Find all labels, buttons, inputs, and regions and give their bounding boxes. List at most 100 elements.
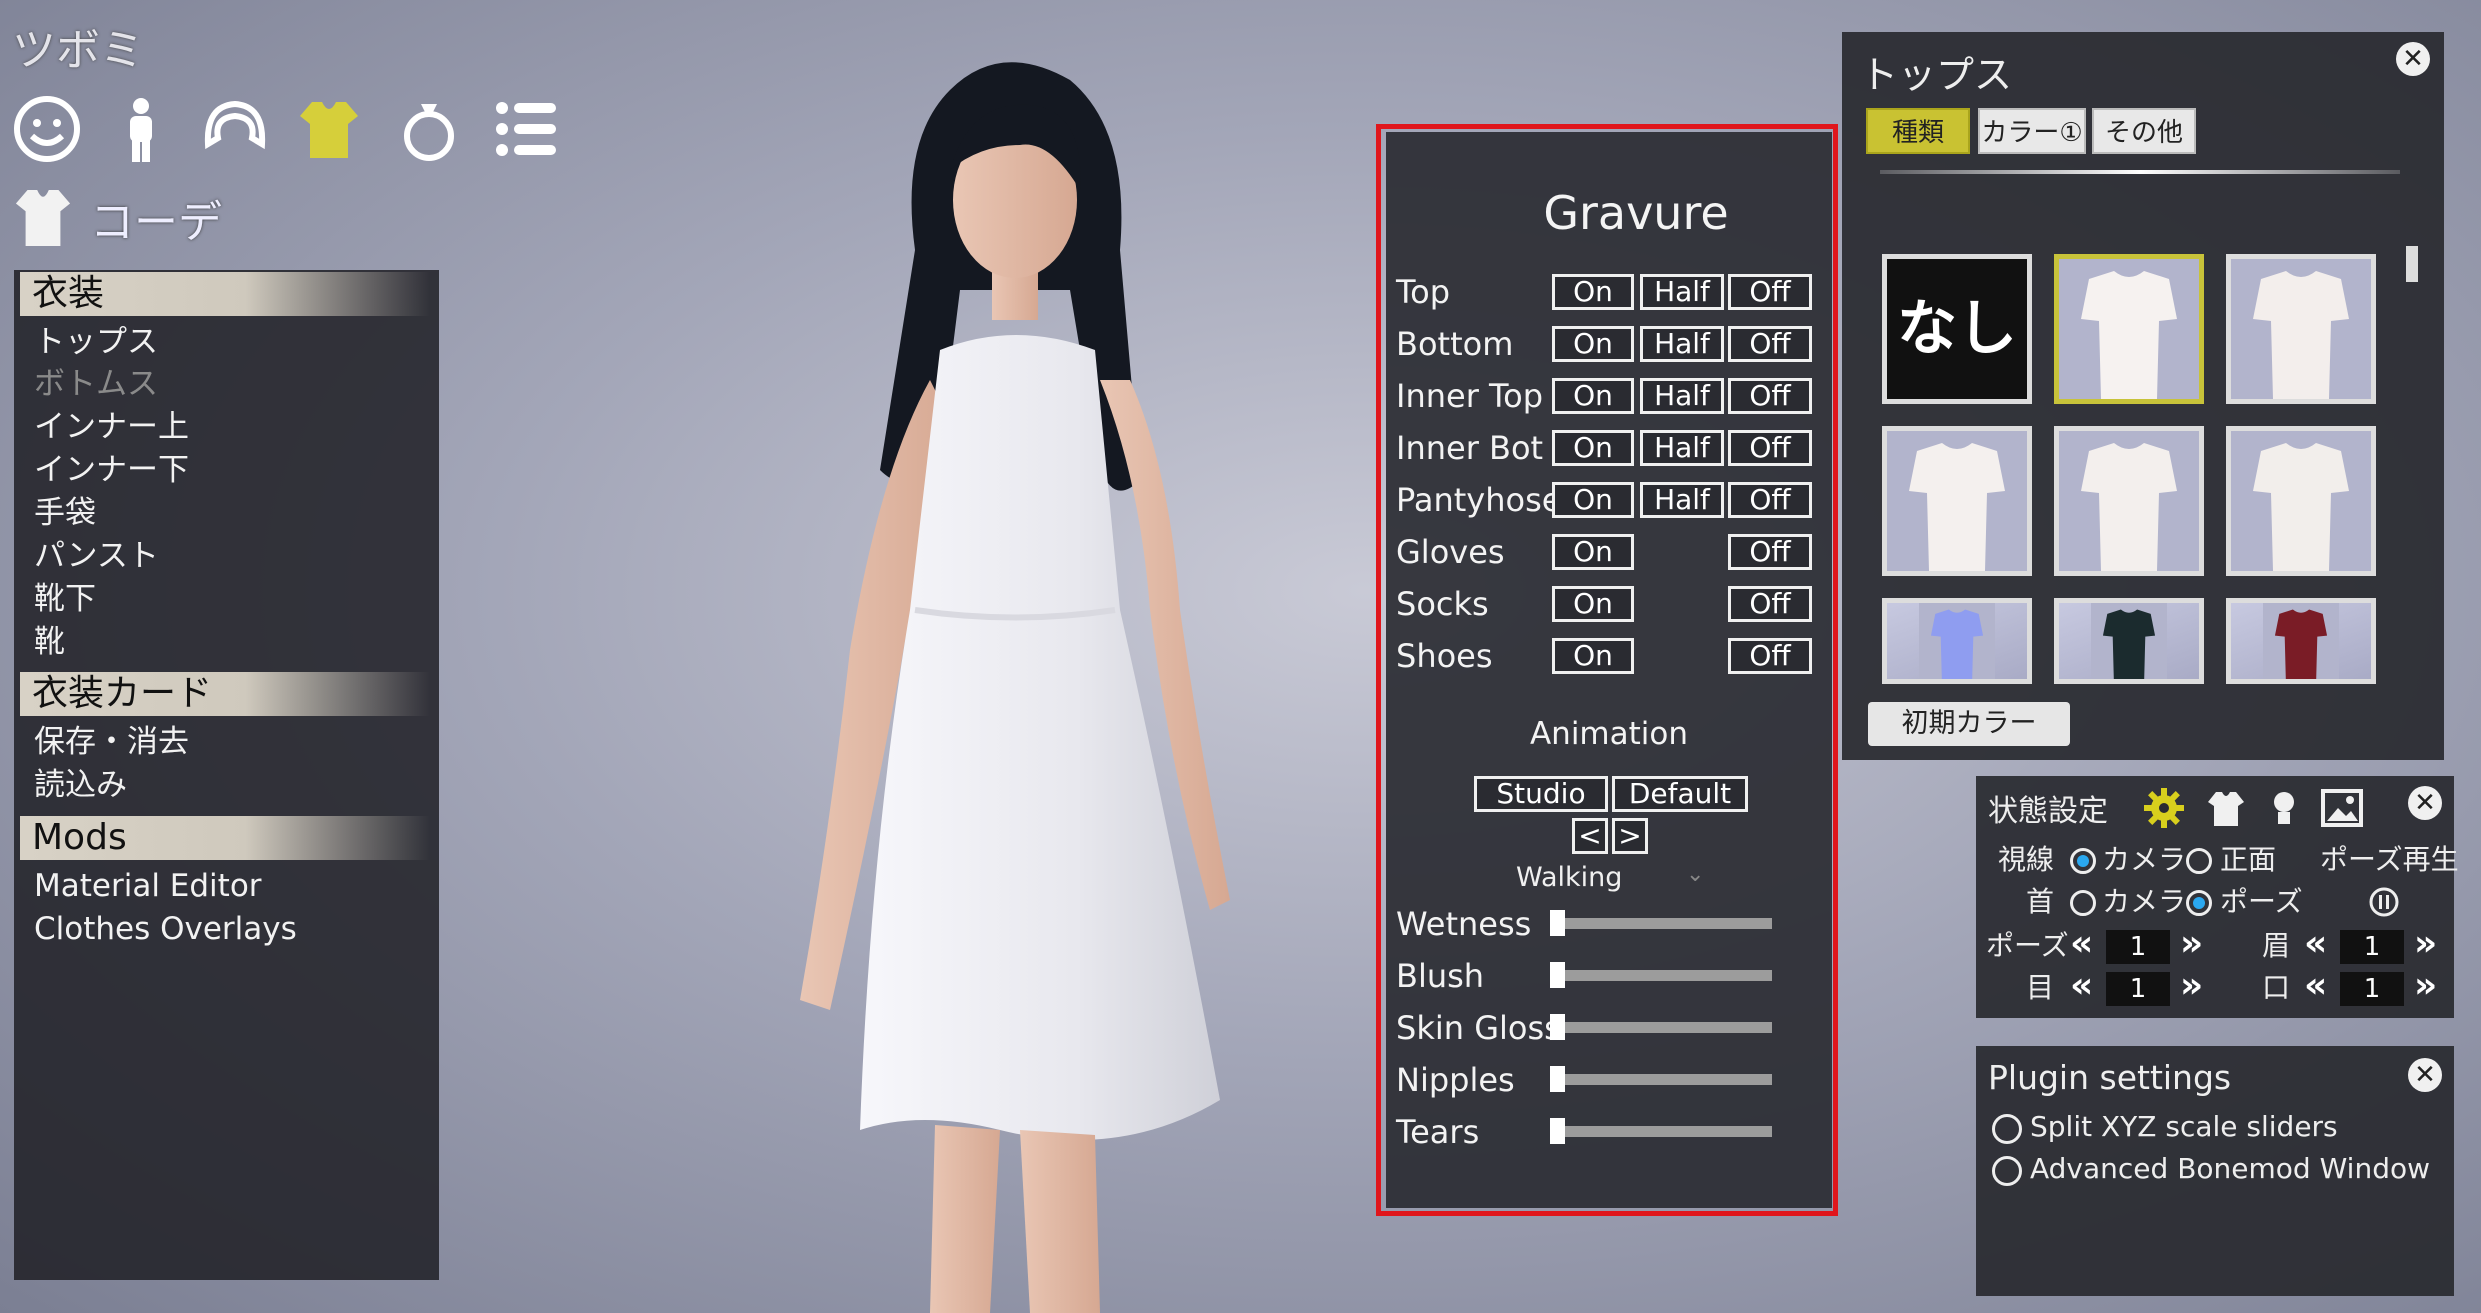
thumb-top-3[interactable]: [1882, 426, 2032, 576]
inner-top-on-button[interactable]: On: [1552, 378, 1634, 414]
skin-gloss-slider-track[interactable]: [1556, 1022, 1772, 1033]
menu-item-material-editor[interactable]: Material Editor: [34, 866, 262, 906]
eye-number[interactable]: 1: [2106, 972, 2170, 1006]
face-icon[interactable]: [10, 92, 84, 166]
wetness-slider-handle[interactable]: [1550, 910, 1565, 936]
nipples-slider-track[interactable]: [1556, 1074, 1772, 1085]
tops-close-icon[interactable]: ✕: [2396, 42, 2430, 76]
mouth-prev-icon[interactable]: «: [2304, 968, 2327, 1004]
nipples-slider-handle[interactable]: [1550, 1066, 1565, 1092]
pose-prev-icon[interactable]: «: [2070, 926, 2093, 962]
initial-color-button[interactable]: 初期カラー: [1868, 702, 2070, 746]
pose-row-label: ポーズ: [1986, 929, 2069, 962]
top-off-button[interactable]: Off: [1728, 274, 1812, 310]
bottom-off-button[interactable]: Off: [1728, 326, 1812, 362]
blush-slider-handle[interactable]: [1550, 962, 1565, 988]
top-on-button[interactable]: On: [1552, 274, 1634, 310]
menu-item-bottoms[interactable]: ボトムス: [34, 364, 158, 404]
image-icon[interactable]: [2320, 788, 2364, 828]
thumb-top-7[interactable]: [2054, 598, 2204, 684]
pantyhose-off-button[interactable]: Off: [1728, 482, 1812, 518]
clothes-icon[interactable]: [292, 92, 366, 166]
menu-item-socks[interactable]: 靴下: [34, 579, 96, 619]
menu-item-load[interactable]: 読込み: [34, 765, 127, 805]
gaze-camera-radio[interactable]: [2070, 848, 2096, 874]
menu-item-shoes[interactable]: 靴: [34, 622, 65, 662]
tab-type[interactable]: 種類: [1866, 108, 1970, 154]
skin-gloss-slider-handle[interactable]: [1550, 1014, 1565, 1040]
menu-item-clothes-overlays[interactable]: Clothes Overlays: [34, 909, 297, 949]
garment-preview: [1919, 603, 1995, 679]
gloves-on-button[interactable]: On: [1552, 534, 1634, 570]
inner-bot-on-button[interactable]: On: [1552, 430, 1634, 466]
menu-item-inner-bottom[interactable]: インナー下: [34, 450, 189, 490]
menu-item-tops[interactable]: トップス: [34, 322, 158, 362]
light-bulb-icon[interactable]: [2266, 788, 2302, 828]
mouth-next-icon[interactable]: »: [2414, 968, 2437, 1004]
accessory-icon[interactable]: [392, 92, 466, 166]
shoes-on-button[interactable]: On: [1552, 638, 1634, 674]
socks-on-button[interactable]: On: [1552, 586, 1634, 622]
advanced-bonemod-radio[interactable]: [1992, 1156, 2022, 1186]
tab-color-1[interactable]: カラー①: [1978, 108, 2086, 154]
menu-item-gloves[interactable]: 手袋: [34, 493, 96, 533]
blush-slider-track[interactable]: [1556, 970, 1772, 981]
socks-off-button[interactable]: Off: [1728, 586, 1812, 622]
tab-other[interactable]: その他: [2092, 108, 2196, 154]
eyebrow-next-icon[interactable]: »: [2414, 926, 2437, 962]
inner-bot-off-button[interactable]: Off: [1728, 430, 1812, 466]
animation-next-button[interactable]: >: [1612, 818, 1648, 854]
bottom-on-button[interactable]: On: [1552, 326, 1634, 362]
wetness-slider-track[interactable]: [1556, 918, 1772, 929]
split-xyz-radio[interactable]: [1992, 1114, 2022, 1144]
thumb-top-1[interactable]: [2054, 254, 2204, 404]
gloves-off-button[interactable]: Off: [1728, 534, 1812, 570]
menu-item-inner-top[interactable]: インナー上: [34, 407, 189, 447]
inner-bot-half-button[interactable]: Half: [1640, 430, 1724, 466]
eye-prev-icon[interactable]: «: [2070, 968, 2093, 1004]
hair-icon[interactable]: [198, 92, 272, 166]
pose-next-icon[interactable]: »: [2180, 926, 2203, 962]
tops-scrollbar[interactable]: [2406, 246, 2418, 282]
animation-prev-button[interactable]: <: [1572, 818, 1608, 854]
gaze-front-radio[interactable]: [2186, 848, 2212, 874]
eye-next-icon[interactable]: »: [2180, 968, 2203, 1004]
inner-top-half-button[interactable]: Half: [1640, 378, 1724, 414]
neck-pose-radio[interactable]: [2186, 890, 2212, 916]
plugin-close-icon[interactable]: ✕: [2408, 1058, 2442, 1092]
inner-top-off-button[interactable]: Off: [1728, 378, 1812, 414]
pantyhose-half-button[interactable]: Half: [1640, 482, 1724, 518]
neck-camera-radio[interactable]: [2070, 890, 2096, 916]
gear-icon[interactable]: [2142, 786, 2186, 830]
garment-preview: [2059, 259, 2199, 399]
thumb-top-8[interactable]: [2226, 598, 2376, 684]
shirt-icon[interactable]: [2206, 788, 2246, 828]
status-close-icon[interactable]: ✕: [2408, 786, 2442, 820]
pose-number[interactable]: 1: [2106, 930, 2170, 964]
animation-studio-button[interactable]: Studio: [1474, 776, 1608, 812]
thumb-top-5[interactable]: [2226, 426, 2376, 576]
eyebrow-number[interactable]: 1: [2340, 930, 2404, 964]
shoes-off-button[interactable]: Off: [1728, 638, 1812, 674]
thumb-top-4[interactable]: [2054, 426, 2204, 576]
body-icon[interactable]: [104, 92, 178, 166]
tears-slider-handle[interactable]: [1550, 1118, 1565, 1144]
thumb-top-6[interactable]: [1882, 598, 2032, 684]
thumb-none[interactable]: なし: [1882, 254, 2032, 404]
list-icon[interactable]: [490, 92, 564, 166]
slider-label-nipples: Nipples: [1396, 1061, 1515, 1099]
bottom-half-button[interactable]: Half: [1640, 326, 1724, 362]
pause-icon[interactable]: [2368, 886, 2400, 918]
top-half-button[interactable]: Half: [1640, 274, 1724, 310]
animation-default-button[interactable]: Default: [1612, 776, 1748, 812]
animation-dropdown[interactable]: Walking: [1516, 862, 1622, 893]
thumb-top-2[interactable]: [2226, 254, 2376, 404]
mouth-label: 口: [2262, 971, 2291, 1004]
menu-item-pantyhose[interactable]: パンスト: [34, 536, 159, 576]
eyebrow-prev-icon[interactable]: «: [2304, 926, 2327, 962]
garment-preview: [2059, 431, 2199, 571]
menu-item-save-delete[interactable]: 保存・消去: [34, 722, 189, 762]
pantyhose-on-button[interactable]: On: [1552, 482, 1634, 518]
mouth-number[interactable]: 1: [2340, 972, 2404, 1006]
tears-slider-track[interactable]: [1556, 1126, 1772, 1137]
